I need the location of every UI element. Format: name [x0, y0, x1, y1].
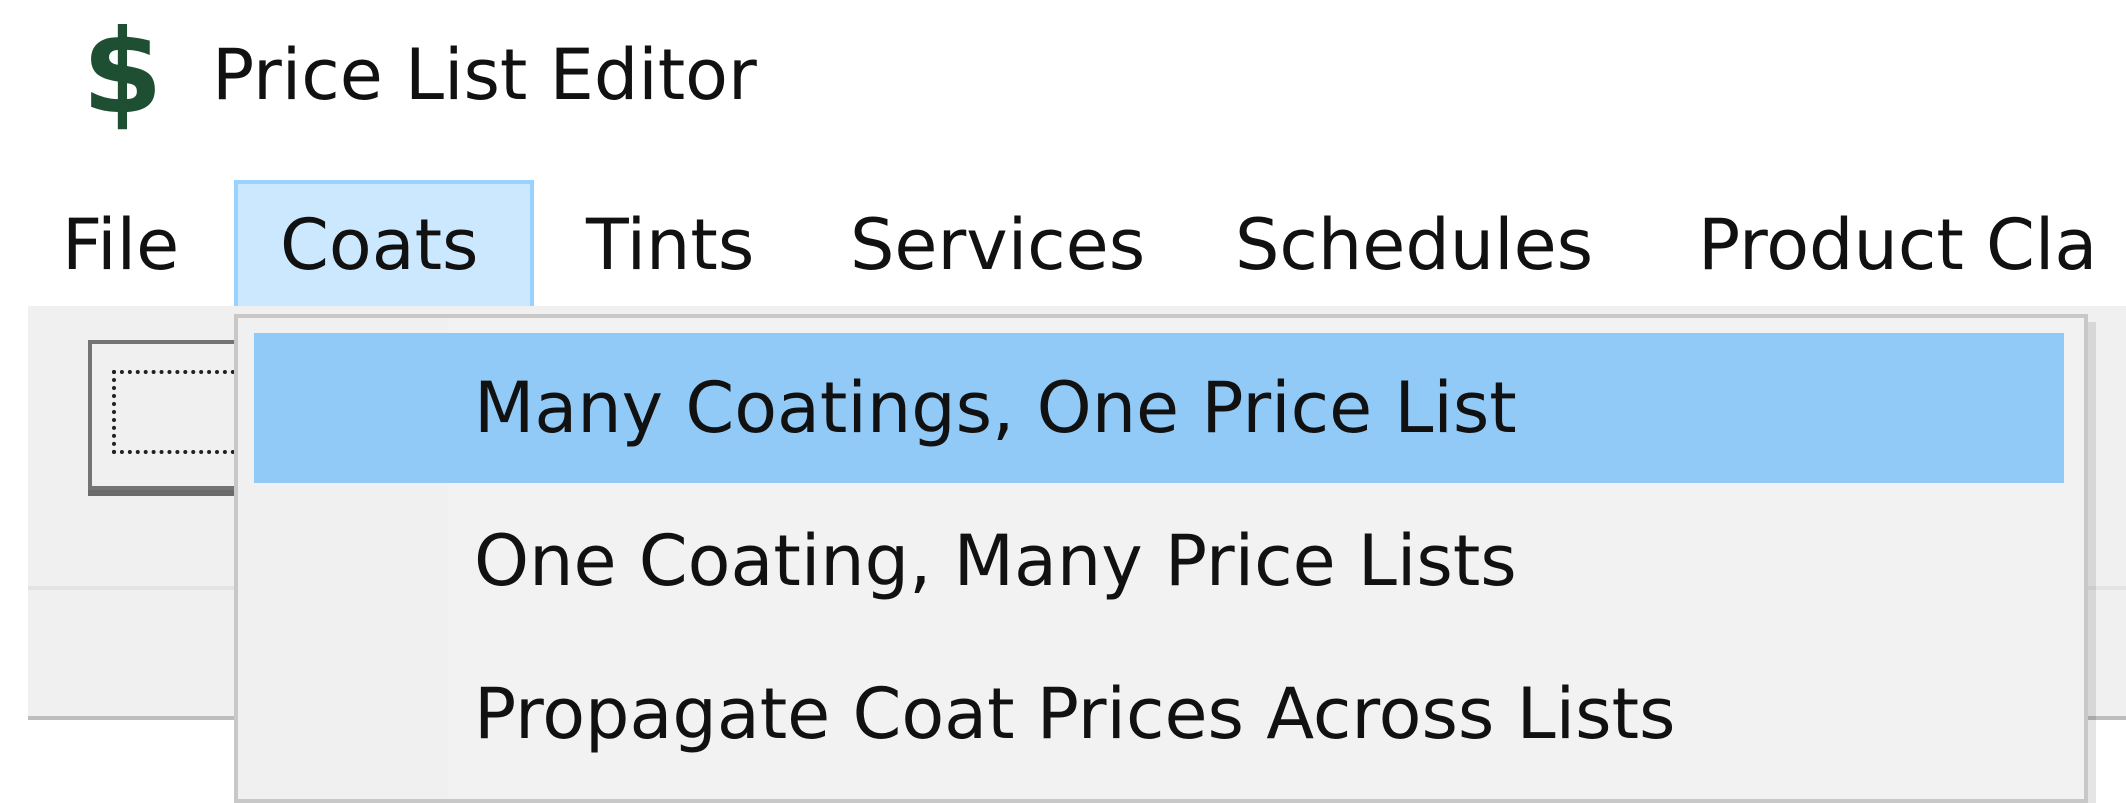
menu-item-propagate-coat-prices[interactable]: Propagate Coat Prices Across Lists — [254, 639, 2064, 789]
toolbar-button[interactable] — [88, 340, 354, 490]
menu-item-many-coatings[interactable]: Many Coatings, One Price List — [254, 333, 2064, 483]
menu-product-classes-label: Product Cla — [1698, 204, 2098, 286]
menu-coats[interactable]: Coats — [234, 180, 534, 310]
menu-item-one-coating-label: One Coating, Many Price Lists — [474, 520, 1517, 602]
menu-tints[interactable]: Tints — [586, 180, 786, 310]
menu-file-label: File — [62, 204, 180, 286]
menu-item-many-coatings-label: Many Coatings, One Price List — [474, 367, 1517, 449]
menu-product-classes[interactable]: Product Cla — [1698, 180, 2126, 310]
coats-dropdown-menu: Many Coatings, One Price List One Coatin… — [234, 314, 2088, 803]
menu-services[interactable]: Services — [850, 180, 1150, 310]
title-bar: $ Price List Editor — [0, 0, 2126, 150]
menu-schedules-label: Schedules — [1235, 204, 1594, 286]
menu-item-one-coating[interactable]: One Coating, Many Price Lists — [254, 486, 2064, 636]
menu-tints-label: Tints — [586, 204, 755, 286]
dollar-icon: $ — [82, 5, 163, 140]
menu-file[interactable]: File — [62, 180, 204, 310]
menu-bar: File Coats Tints Services Schedules Prod… — [0, 180, 2126, 310]
window-title: Price List Editor — [212, 34, 757, 116]
menu-services-label: Services — [850, 204, 1146, 286]
menu-schedules[interactable]: Schedules — [1235, 180, 1605, 310]
menu-item-propagate-coat-prices-label: Propagate Coat Prices Across Lists — [474, 673, 1676, 755]
menu-coats-label: Coats — [280, 204, 479, 286]
